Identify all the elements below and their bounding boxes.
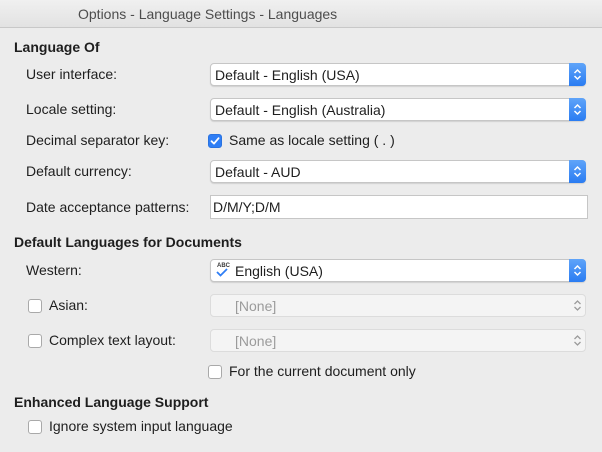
date-patterns-label: Date acceptance patterns: (26, 199, 190, 215)
locale-setting-label: Locale setting: (26, 101, 117, 117)
section-heading-enhanced-support: Enhanced Language Support (14, 394, 209, 410)
western-language-select[interactable]: ABC English (USA) (210, 259, 586, 282)
user-interface-select[interactable]: Default - English (USA) (210, 63, 586, 86)
user-interface-label: User interface: (26, 66, 118, 82)
select-stepper-icon (569, 160, 586, 183)
asian-language-select[interactable]: [None] (210, 294, 586, 317)
select-stepper-icon (569, 259, 586, 282)
western-language-value: English (USA) (235, 263, 323, 279)
decimal-separator-checkbox[interactable] (208, 134, 222, 148)
select-stepper-icon (569, 294, 586, 317)
locale-setting-value: Default - English (Australia) (215, 102, 386, 118)
decimal-separator-label: Decimal separator key: (26, 132, 170, 148)
ctl-language-value: [None] (235, 333, 277, 349)
decimal-separator-checkbox-label[interactable]: Same as locale setting ( . ) (229, 132, 395, 148)
western-label: Western: (26, 262, 82, 278)
ignore-input-language-checkbox[interactable] (28, 420, 42, 434)
select-stepper-icon (569, 98, 586, 121)
current-document-only-checkbox[interactable] (208, 365, 222, 379)
section-heading-default-languages: Default Languages for Documents (14, 234, 242, 250)
date-patterns-input[interactable] (211, 196, 587, 218)
user-interface-value: Default - English (USA) (215, 67, 360, 83)
window-title: Options - Language Settings - Languages (78, 6, 338, 22)
asian-language-value: [None] (235, 298, 277, 314)
locale-setting-select[interactable]: Default - English (Australia) (210, 98, 586, 121)
section-heading-language-of: Language Of (14, 39, 100, 55)
asian-label[interactable]: Asian: (49, 297, 88, 313)
ctl-checkbox[interactable] (28, 334, 42, 348)
default-currency-value: Default - AUD (215, 164, 301, 180)
ctl-label[interactable]: Complex text layout: (49, 332, 176, 348)
default-currency-select[interactable]: Default - AUD (210, 160, 586, 183)
ctl-language-select[interactable]: [None] (210, 329, 586, 352)
select-stepper-icon (569, 63, 586, 86)
spellcheck-abc-icon: ABC (215, 263, 231, 279)
current-document-only-label[interactable]: For the current document only (229, 363, 416, 379)
select-stepper-icon (569, 329, 586, 352)
asian-checkbox[interactable] (28, 299, 42, 313)
date-patterns-field[interactable] (210, 195, 588, 219)
window-titlebar: Options - Language Settings - Languages (0, 0, 602, 28)
default-currency-label: Default currency: (26, 163, 132, 179)
ignore-input-language-label[interactable]: Ignore system input language (49, 418, 233, 434)
